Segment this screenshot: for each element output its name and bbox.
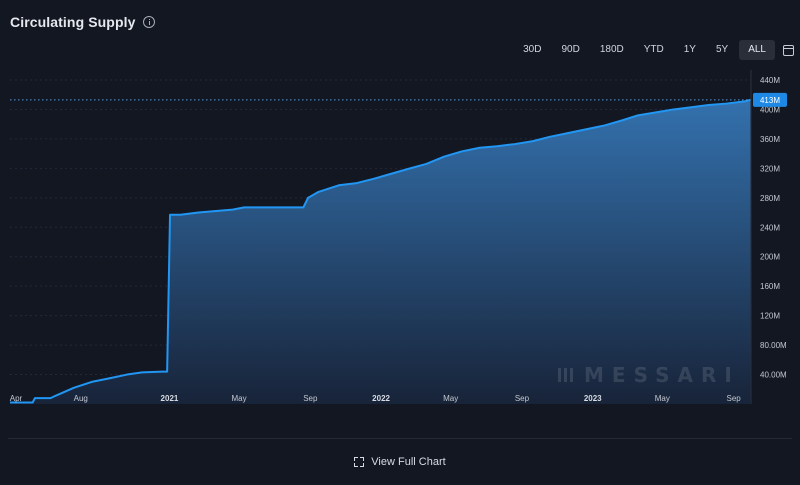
y-tick-label: 320M <box>760 164 780 173</box>
range-90d-button[interactable]: 90D <box>552 40 588 60</box>
chart-title: Circulating Supply <box>10 14 136 30</box>
x-tick-label: Aug <box>74 394 88 403</box>
y-tick-label: 360M <box>760 135 780 144</box>
footer-divider <box>8 438 792 439</box>
x-tick-label: Sep <box>726 394 741 403</box>
y-tick-label: 160M <box>760 282 780 291</box>
x-tick-label: 2021 <box>161 394 179 403</box>
circulating-supply-widget: Circulating Supply 30D 90D 180D YTD 1Y 5… <box>0 0 800 485</box>
y-tick-label: 120M <box>760 312 780 321</box>
watermark-text: MESSARI <box>584 363 740 387</box>
y-tick-label: 200M <box>760 253 780 262</box>
x-tick-label: May <box>655 394 670 403</box>
y-tick-label: 280M <box>760 194 780 203</box>
x-tick-label: Apr <box>10 394 23 403</box>
time-range-selector: 30D 90D 180D YTD 1Y 5Y ALL <box>514 40 796 60</box>
range-1y-button[interactable]: 1Y <box>675 40 705 60</box>
range-5y-button[interactable]: 5Y <box>707 40 737 60</box>
range-all-button[interactable]: ALL <box>739 40 775 60</box>
x-tick-label: May <box>231 394 246 403</box>
x-tick-label: Sep <box>303 394 318 403</box>
expand-icon <box>354 457 365 467</box>
supply-area-fill <box>10 99 751 404</box>
x-tick-label: 2022 <box>372 394 390 403</box>
x-tick-label: May <box>443 394 458 403</box>
range-30d-button[interactable]: 30D <box>514 40 550 60</box>
x-tick-label: Sep <box>515 394 530 403</box>
title-row: Circulating Supply <box>10 12 156 32</box>
calendar-icon[interactable] <box>783 44 794 56</box>
chart-area[interactable]: 40.00M 80.00M 120M 160M 200M 240M 280M 320M 360M… <box>0 70 800 405</box>
view-full-chart-label: View Full Chart <box>371 456 446 468</box>
last-value-label: 413M <box>760 96 780 105</box>
y-tick-label: 440M <box>760 76 780 85</box>
view-full-chart-link[interactable]: View Full Chart <box>0 456 800 468</box>
y-tick-label: 80.00M <box>760 341 787 350</box>
supply-area-chart[interactable]: 40.00M 80.00M 120M 160M 200M 240M 280M 320M 360M… <box>0 70 800 405</box>
y-tick-label: 240M <box>760 223 780 232</box>
range-180d-button[interactable]: 180D <box>591 40 633 60</box>
y-tick-label: 40.00M <box>760 371 787 380</box>
info-icon[interactable] <box>143 16 156 28</box>
range-ytd-button[interactable]: YTD <box>635 40 673 60</box>
plot-layer <box>10 98 751 404</box>
messari-logo-icon <box>558 368 576 382</box>
messari-watermark: MESSARI <box>558 363 740 387</box>
x-tick-label: 2023 <box>584 394 602 403</box>
